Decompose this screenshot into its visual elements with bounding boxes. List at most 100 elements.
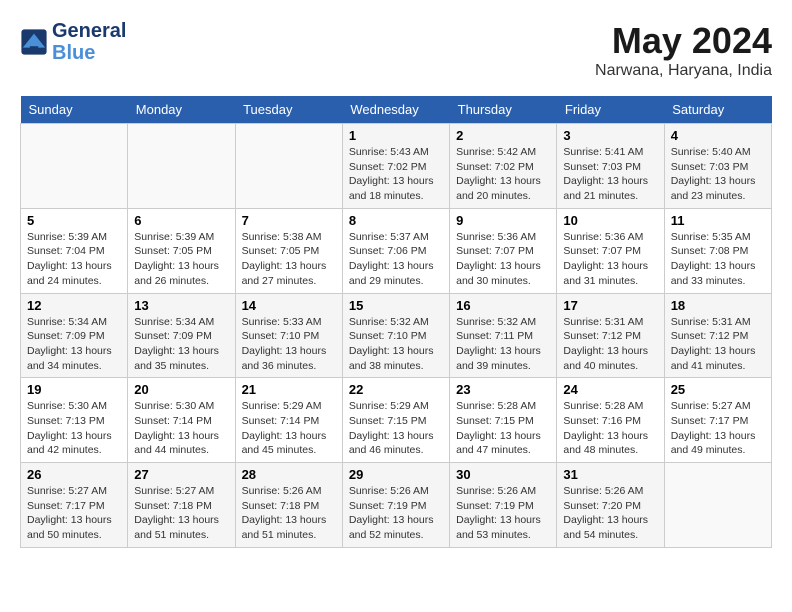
day-number: 13 — [134, 298, 228, 313]
empty-cell — [664, 463, 771, 548]
calendar-week-row: 26 Sunrise: 5:27 AM Sunset: 7:17 PM Dayli… — [21, 463, 772, 548]
day-info: Sunrise: 5:38 AM Sunset: 7:05 PM Dayligh… — [242, 230, 336, 289]
logo: General Blue — [20, 20, 126, 64]
calendar-day-30: 30 Sunrise: 5:26 AM Sunset: 7:19 PM Dayli… — [450, 463, 557, 548]
day-info: Sunrise: 5:35 AM Sunset: 7:08 PM Dayligh… — [671, 230, 765, 289]
day-number: 14 — [242, 298, 336, 313]
calendar-day-24: 24 Sunrise: 5:28 AM Sunset: 7:16 PM Dayli… — [557, 378, 664, 463]
day-number: 15 — [349, 298, 443, 313]
calendar-day-22: 22Sunrise: 5:29 AM Sunset: 7:15 PM Dayli… — [342, 378, 449, 463]
calendar-day-10: 10 Sunrise: 5:36 AM Sunset: 7:07 PM Dayli… — [557, 208, 664, 293]
day-number: 17 — [563, 298, 657, 313]
col-header-monday: Monday — [128, 96, 235, 124]
calendar-day-23: 23Sunrise: 5:28 AM Sunset: 7:15 PM Dayli… — [450, 378, 557, 463]
day-info: Sunrise: 5:26 AM Sunset: 7:18 PM Dayligh… — [242, 484, 336, 543]
day-info: Sunrise: 5:41 AM Sunset: 7:03 PM Dayligh… — [563, 145, 657, 204]
day-info: Sunrise: 5:30 AM Sunset: 7:14 PM Dayligh… — [134, 399, 228, 458]
day-number: 28 — [242, 467, 336, 482]
calendar-day-28: 28 Sunrise: 5:26 AM Sunset: 7:18 PM Dayli… — [235, 463, 342, 548]
logo-text: General Blue — [52, 20, 126, 64]
day-info: Sunrise: 5:39 AM Sunset: 7:05 PM Dayligh… — [134, 230, 228, 289]
day-info: Sunrise: 5:33 AM Sunset: 7:10 PM Dayligh… — [242, 315, 336, 374]
day-number: 29 — [349, 467, 443, 482]
day-number: 27 — [134, 467, 228, 482]
day-number: 5 — [27, 213, 121, 228]
location: Narwana, Haryana, India — [595, 62, 772, 80]
calendar-day-13: 13 Sunrise: 5:34 AM Sunset: 7:09 PM Dayli… — [128, 293, 235, 378]
calendar-day-1: 1 Sunrise: 5:43 AM Sunset: 7:02 PM Daylig… — [342, 124, 449, 209]
day-info: Sunrise: 5:43 AM Sunset: 7:02 PM Dayligh… — [349, 145, 443, 204]
calendar-day-7: 7 Sunrise: 5:38 AM Sunset: 7:05 PM Daylig… — [235, 208, 342, 293]
day-info: Sunrise: 5:26 AM Sunset: 7:20 PM Dayligh… — [563, 484, 657, 543]
day-number: 4 — [671, 128, 765, 143]
empty-cell — [128, 124, 235, 209]
day-number: 1 — [349, 128, 443, 143]
calendar-week-row: 1 Sunrise: 5:43 AM Sunset: 7:02 PM Daylig… — [21, 124, 772, 209]
calendar-table: SundayMondayTuesdayWednesdayThursdayFrid… — [20, 96, 772, 548]
day-info: Sunrise: 5:32 AM Sunset: 7:11 PM Dayligh… — [456, 315, 550, 374]
day-number: 8 — [349, 213, 443, 228]
calendar-week-row: 12Sunrise: 5:34 AM Sunset: 7:09 PM Dayli… — [21, 293, 772, 378]
day-info: Sunrise: 5:27 AM Sunset: 7:17 PM Dayligh… — [27, 484, 121, 543]
day-info: Sunrise: 5:31 AM Sunset: 7:12 PM Dayligh… — [671, 315, 765, 374]
day-number: 21 — [242, 382, 336, 397]
empty-cell — [21, 124, 128, 209]
day-number: 25 — [671, 382, 765, 397]
calendar-day-27: 27 Sunrise: 5:27 AM Sunset: 7:18 PM Dayli… — [128, 463, 235, 548]
calendar-day-18: 18 Sunrise: 5:31 AM Sunset: 7:12 PM Dayli… — [664, 293, 771, 378]
day-number: 6 — [134, 213, 228, 228]
calendar-day-29: 29 Sunrise: 5:26 AM Sunset: 7:19 PM Dayli… — [342, 463, 449, 548]
day-number: 18 — [671, 298, 765, 313]
day-number: 7 — [242, 213, 336, 228]
day-info: Sunrise: 5:36 AM Sunset: 7:07 PM Dayligh… — [563, 230, 657, 289]
calendar-week-row: 5 Sunrise: 5:39 AM Sunset: 7:04 PM Daylig… — [21, 208, 772, 293]
day-info: Sunrise: 5:39 AM Sunset: 7:04 PM Dayligh… — [27, 230, 121, 289]
logo-icon — [20, 28, 48, 56]
calendar-day-8: 8Sunrise: 5:37 AM Sunset: 7:06 PM Daylig… — [342, 208, 449, 293]
day-number: 26 — [27, 467, 121, 482]
calendar-day-4: 4 Sunrise: 5:40 AM Sunset: 7:03 PM Daylig… — [664, 124, 771, 209]
calendar-week-row: 19Sunrise: 5:30 AM Sunset: 7:13 PM Dayli… — [21, 378, 772, 463]
day-info: Sunrise: 5:27 AM Sunset: 7:18 PM Dayligh… — [134, 484, 228, 543]
day-info: Sunrise: 5:27 AM Sunset: 7:17 PM Dayligh… — [671, 399, 765, 458]
day-number: 10 — [563, 213, 657, 228]
calendar-day-31: 31Sunrise: 5:26 AM Sunset: 7:20 PM Dayli… — [557, 463, 664, 548]
calendar-day-20: 20 Sunrise: 5:30 AM Sunset: 7:14 PM Dayli… — [128, 378, 235, 463]
day-info: Sunrise: 5:36 AM Sunset: 7:07 PM Dayligh… — [456, 230, 550, 289]
page-header: General Blue May 2024 Narwana, Haryana, … — [20, 20, 772, 80]
calendar-day-9: 9 Sunrise: 5:36 AM Sunset: 7:07 PM Daylig… — [450, 208, 557, 293]
calendar-day-6: 6 Sunrise: 5:39 AM Sunset: 7:05 PM Daylig… — [128, 208, 235, 293]
day-info: Sunrise: 5:32 AM Sunset: 7:10 PM Dayligh… — [349, 315, 443, 374]
calendar-day-12: 12Sunrise: 5:34 AM Sunset: 7:09 PM Dayli… — [21, 293, 128, 378]
day-number: 9 — [456, 213, 550, 228]
calendar-day-2: 2 Sunrise: 5:42 AM Sunset: 7:02 PM Daylig… — [450, 124, 557, 209]
empty-cell — [235, 124, 342, 209]
col-header-thursday: Thursday — [450, 96, 557, 124]
day-info: Sunrise: 5:30 AM Sunset: 7:13 PM Dayligh… — [27, 399, 121, 458]
day-info: Sunrise: 5:26 AM Sunset: 7:19 PM Dayligh… — [349, 484, 443, 543]
day-info: Sunrise: 5:40 AM Sunset: 7:03 PM Dayligh… — [671, 145, 765, 204]
calendar-day-15: 15 Sunrise: 5:32 AM Sunset: 7:10 PM Dayli… — [342, 293, 449, 378]
day-info: Sunrise: 5:29 AM Sunset: 7:15 PM Dayligh… — [349, 399, 443, 458]
day-number: 30 — [456, 467, 550, 482]
calendar-day-5: 5 Sunrise: 5:39 AM Sunset: 7:04 PM Daylig… — [21, 208, 128, 293]
calendar-day-11: 11 Sunrise: 5:35 AM Sunset: 7:08 PM Dayli… — [664, 208, 771, 293]
calendar-day-26: 26 Sunrise: 5:27 AM Sunset: 7:17 PM Dayli… — [21, 463, 128, 548]
col-header-friday: Friday — [557, 96, 664, 124]
col-header-saturday: Saturday — [664, 96, 771, 124]
day-number: 11 — [671, 213, 765, 228]
calendar-day-14: 14 Sunrise: 5:33 AM Sunset: 7:10 PM Dayli… — [235, 293, 342, 378]
day-info: Sunrise: 5:42 AM Sunset: 7:02 PM Dayligh… — [456, 145, 550, 204]
day-info: Sunrise: 5:28 AM Sunset: 7:16 PM Dayligh… — [563, 399, 657, 458]
calendar-day-25: 25 Sunrise: 5:27 AM Sunset: 7:17 PM Dayli… — [664, 378, 771, 463]
day-info: Sunrise: 5:34 AM Sunset: 7:09 PM Dayligh… — [134, 315, 228, 374]
calendar-day-19: 19Sunrise: 5:30 AM Sunset: 7:13 PM Dayli… — [21, 378, 128, 463]
day-number: 2 — [456, 128, 550, 143]
col-header-sunday: Sunday — [21, 96, 128, 124]
day-number: 20 — [134, 382, 228, 397]
day-number: 24 — [563, 382, 657, 397]
col-header-wednesday: Wednesday — [342, 96, 449, 124]
day-info: Sunrise: 5:26 AM Sunset: 7:19 PM Dayligh… — [456, 484, 550, 543]
day-number: 3 — [563, 128, 657, 143]
month-year: May 2024 — [595, 20, 772, 62]
